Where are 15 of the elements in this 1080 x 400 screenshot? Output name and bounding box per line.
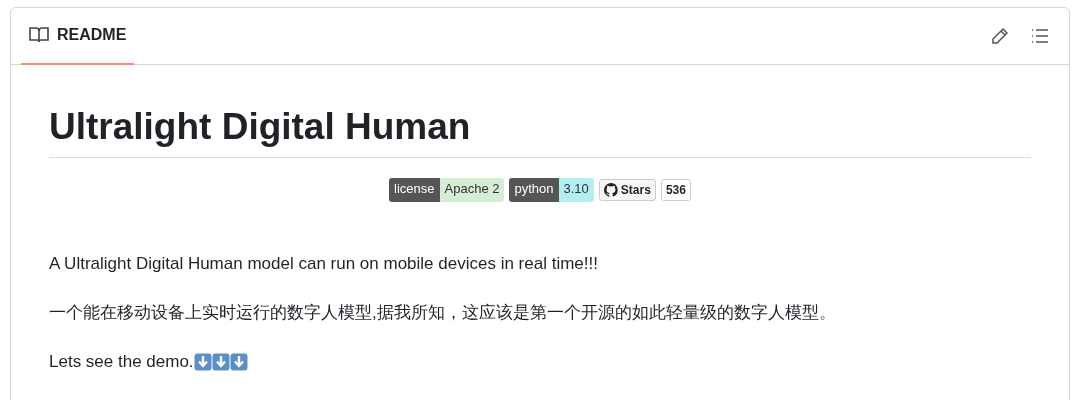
badge-value: Apache 2	[439, 178, 505, 203]
readme-title: Ultralight Digital Human	[49, 105, 1031, 159]
star-count: 536	[660, 179, 691, 202]
badge-value: 3.10	[558, 178, 594, 203]
stars-button[interactable]: Stars	[598, 179, 656, 202]
readme-paragraph: 一个能在移动设备上实时运行的数字人模型,据我所知，这应该是第一个开源的如此轻量级的数字人模型。	[49, 302, 837, 325]
badge-label: license	[389, 178, 440, 203]
readme-paragraph: A Ultralight Digital Human model can run on mobile devices in real time!!!	[49, 253, 599, 276]
pencil-icon[interactable]	[991, 27, 1009, 45]
list-icon[interactable]	[1031, 28, 1049, 44]
badge-label: python	[509, 178, 559, 203]
book-icon	[29, 26, 49, 44]
readme-tab[interactable]: README	[21, 7, 135, 65]
github-logo-icon	[603, 183, 618, 198]
readme-paragraph: Lets see the demo.	[49, 351, 194, 374]
